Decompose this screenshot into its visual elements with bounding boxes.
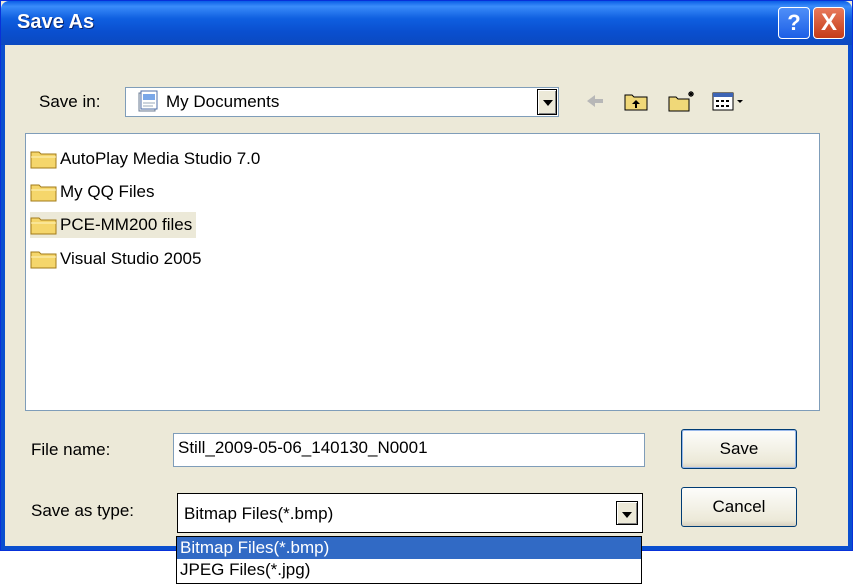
dropdown-option[interactable]: JPEG Files(*.jpg) [177,559,641,581]
folder-icon [30,217,57,235]
file-name: Visual Studio 2005 [60,249,202,268]
save-as-type-dropdown-arrow[interactable] [616,501,638,525]
up-folder-icon[interactable] [623,89,649,113]
window-border-right [848,45,852,550]
title-bar[interactable]: Save As ? X [1,1,852,45]
file-list[interactable]: AutoPlay Media Studio 7.0 My QQ Files PC… [25,133,820,411]
close-button[interactable]: X [813,7,845,39]
folder-icon [30,251,57,269]
folder-icon [30,151,57,169]
save-as-type-dropdown[interactable]: Bitmap Files(*.bmp) [177,493,643,533]
file-name: My QQ Files [60,182,155,201]
save-button[interactable]: Save [681,429,797,469]
list-item[interactable]: PCE-MM200 files [30,212,197,238]
list-item[interactable]: Visual Studio 2005 [30,246,205,272]
new-folder-icon[interactable] [667,89,697,113]
window-title: Save As [17,11,95,33]
save-in-value: My Documents [166,92,280,111]
save-in-dropdown-arrow[interactable] [537,89,557,115]
window-border-left [1,45,5,550]
list-item[interactable]: AutoPlay Media Studio 7.0 [30,146,264,172]
save-as-type-value: Bitmap Files(*.bmp) [184,504,334,523]
back-arrow-icon[interactable] [583,89,607,113]
view-menu-icon[interactable] [711,89,745,113]
folder-icon [30,184,57,202]
save-as-type-label: Save as type: [31,501,135,520]
my-documents-icon [138,90,158,112]
save-in-dropdown[interactable]: My Documents [125,87,559,117]
help-button[interactable]: ? [778,7,810,39]
cancel-button[interactable]: Cancel [681,487,797,527]
dropdown-option[interactable]: Bitmap Files(*.bmp) [177,537,641,559]
file-name: AutoPlay Media Studio 7.0 [60,149,261,168]
save-as-type-options[interactable]: Bitmap Files(*.bmp) JPEG Files(*.jpg) [176,536,642,584]
save-as-dialog: Save As ? X Save in: My Documents AutoPl… [0,0,853,551]
file-name: PCE-MM200 files [60,215,193,234]
file-name-input[interactable]: Still_2009-05-06_140130_N0001 [173,433,645,467]
save-in-label: Save in: [39,92,101,111]
file-name-label: File name: [31,440,111,459]
list-item[interactable]: My QQ Files [30,179,158,205]
